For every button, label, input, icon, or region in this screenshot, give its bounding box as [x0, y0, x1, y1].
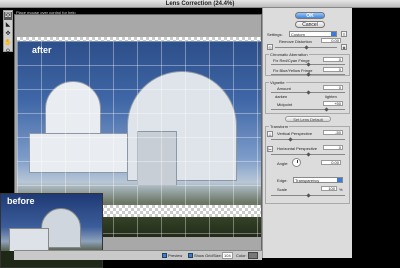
lens-correction-window: Lens Correction (24.4%) Place mouse over…	[0, 0, 400, 268]
settings-select-value: Custom	[291, 32, 305, 37]
fix-blue-yellow-slider[interactable]	[271, 72, 345, 77]
right-margin	[352, 8, 400, 268]
zoom-tool-icon[interactable]: ⚲	[4, 48, 12, 56]
title-bar: Lens Correction (24.4%)	[0, 0, 400, 8]
vignette-title: Vignette	[269, 80, 286, 85]
angle-label: Angle:	[277, 161, 289, 166]
settings-menu-icon[interactable]: ≡	[341, 31, 347, 37]
grid-size-field[interactable]: 104	[222, 252, 233, 259]
status-bar: Preview Show Grid Size: 104 Color:	[14, 250, 262, 260]
grid-color-swatch[interactable]	[248, 252, 258, 259]
vignette-amount-label: Amount	[277, 86, 291, 91]
grid-color-label: Color:	[236, 253, 247, 258]
pincushion-icon: ◇	[267, 44, 273, 50]
straighten-tool-icon[interactable]: ◣	[4, 21, 12, 29]
barrel-icon: ◈	[341, 44, 347, 50]
scale-field[interactable]: 100	[321, 186, 337, 191]
move-grid-tool-icon[interactable]: ✥	[4, 30, 12, 38]
set-lens-default-button[interactable]: Set Lens Default	[285, 116, 331, 122]
chromatic-aberration-title: Chromatic Aberration	[269, 52, 309, 57]
angle-dial[interactable]	[292, 158, 301, 167]
fix-blue-yellow-label: Fix Blue/Yellow Fringe	[273, 68, 313, 73]
horizontal-perspective-slider[interactable]	[271, 152, 345, 157]
hand-tool-icon[interactable]: ✋	[4, 39, 12, 47]
edge-select-value: Transparency	[295, 178, 320, 183]
vignette-midpoint-slider[interactable]	[271, 107, 345, 112]
show-grid-check-icon	[188, 253, 193, 259]
cancel-button[interactable]: Cancel	[295, 21, 325, 28]
remove-distortion-field[interactable]: 0.00	[321, 38, 341, 43]
settings-select[interactable]: Custom	[289, 31, 337, 37]
remove-distortion-slider[interactable]	[275, 45, 337, 50]
vignette-amount-field[interactable]: 0	[323, 85, 343, 90]
transform-title: Transform	[269, 124, 290, 129]
fix-blue-yellow-field[interactable]: 0	[323, 67, 343, 72]
settings-label: Settings:	[267, 32, 283, 37]
ok-button[interactable]: OK	[295, 12, 325, 19]
preview-check-icon	[162, 253, 167, 259]
slider-knob[interactable]	[304, 45, 309, 50]
horizontal-perspective-icon: ⊢	[267, 146, 273, 152]
preview-label: Preview	[168, 253, 183, 258]
remove-distortion-tool-icon[interactable]: ⌧	[4, 12, 12, 20]
vertical-perspective-field[interactable]: -50	[323, 130, 343, 135]
edge-label: Edge:	[277, 178, 288, 183]
preview-checkbox[interactable]: Preview	[162, 253, 183, 259]
remove-distortion-label: Remove Distortion	[279, 39, 312, 44]
vignette-amount-slider[interactable]	[271, 90, 345, 95]
scale-unit: %	[339, 187, 343, 192]
after-label: after	[32, 45, 52, 55]
lighten-label: lighten	[325, 94, 337, 99]
vertical-perspective-label: Vertical Perspective	[277, 131, 313, 136]
fix-red-cyan-label: Fix Red/Cyan Fringe	[273, 58, 310, 63]
toolbox: ⌧ ◣ ✥ ✋ ⚲	[3, 10, 13, 55]
before-wing	[9, 228, 49, 252]
grid-size-label: Size:	[213, 253, 222, 258]
vignette-midpoint-label: Midpoint	[277, 102, 293, 107]
scale-slider[interactable]	[271, 193, 345, 198]
horizontal-perspective-field[interactable]: 0	[323, 145, 343, 150]
vertical-perspective-slider[interactable]	[271, 137, 345, 142]
fix-red-cyan-slider[interactable]	[271, 62, 345, 67]
edge-select[interactable]: Transparency	[293, 177, 343, 183]
show-grid-checkbox[interactable]: Show Grid	[188, 253, 213, 259]
fix-red-cyan-field[interactable]: 0	[323, 57, 343, 62]
show-grid-label: Show Grid	[194, 253, 213, 258]
vignette-midpoint-field[interactable]: +50	[323, 101, 343, 106]
horizontal-perspective-label: Horizontal Perspective	[277, 146, 318, 151]
darken-label: darken	[275, 94, 288, 99]
settings-panel: OK Cancel Settings: Custom ≡ Remove Dist…	[262, 8, 352, 258]
scale-label: Scale	[277, 187, 288, 192]
window-title: Lens Correction (24.4%)	[165, 1, 235, 7]
before-label: before	[7, 196, 35, 206]
angle-field[interactable]: 0.00	[321, 160, 341, 165]
vertical-perspective-icon: ⊥	[267, 131, 273, 137]
